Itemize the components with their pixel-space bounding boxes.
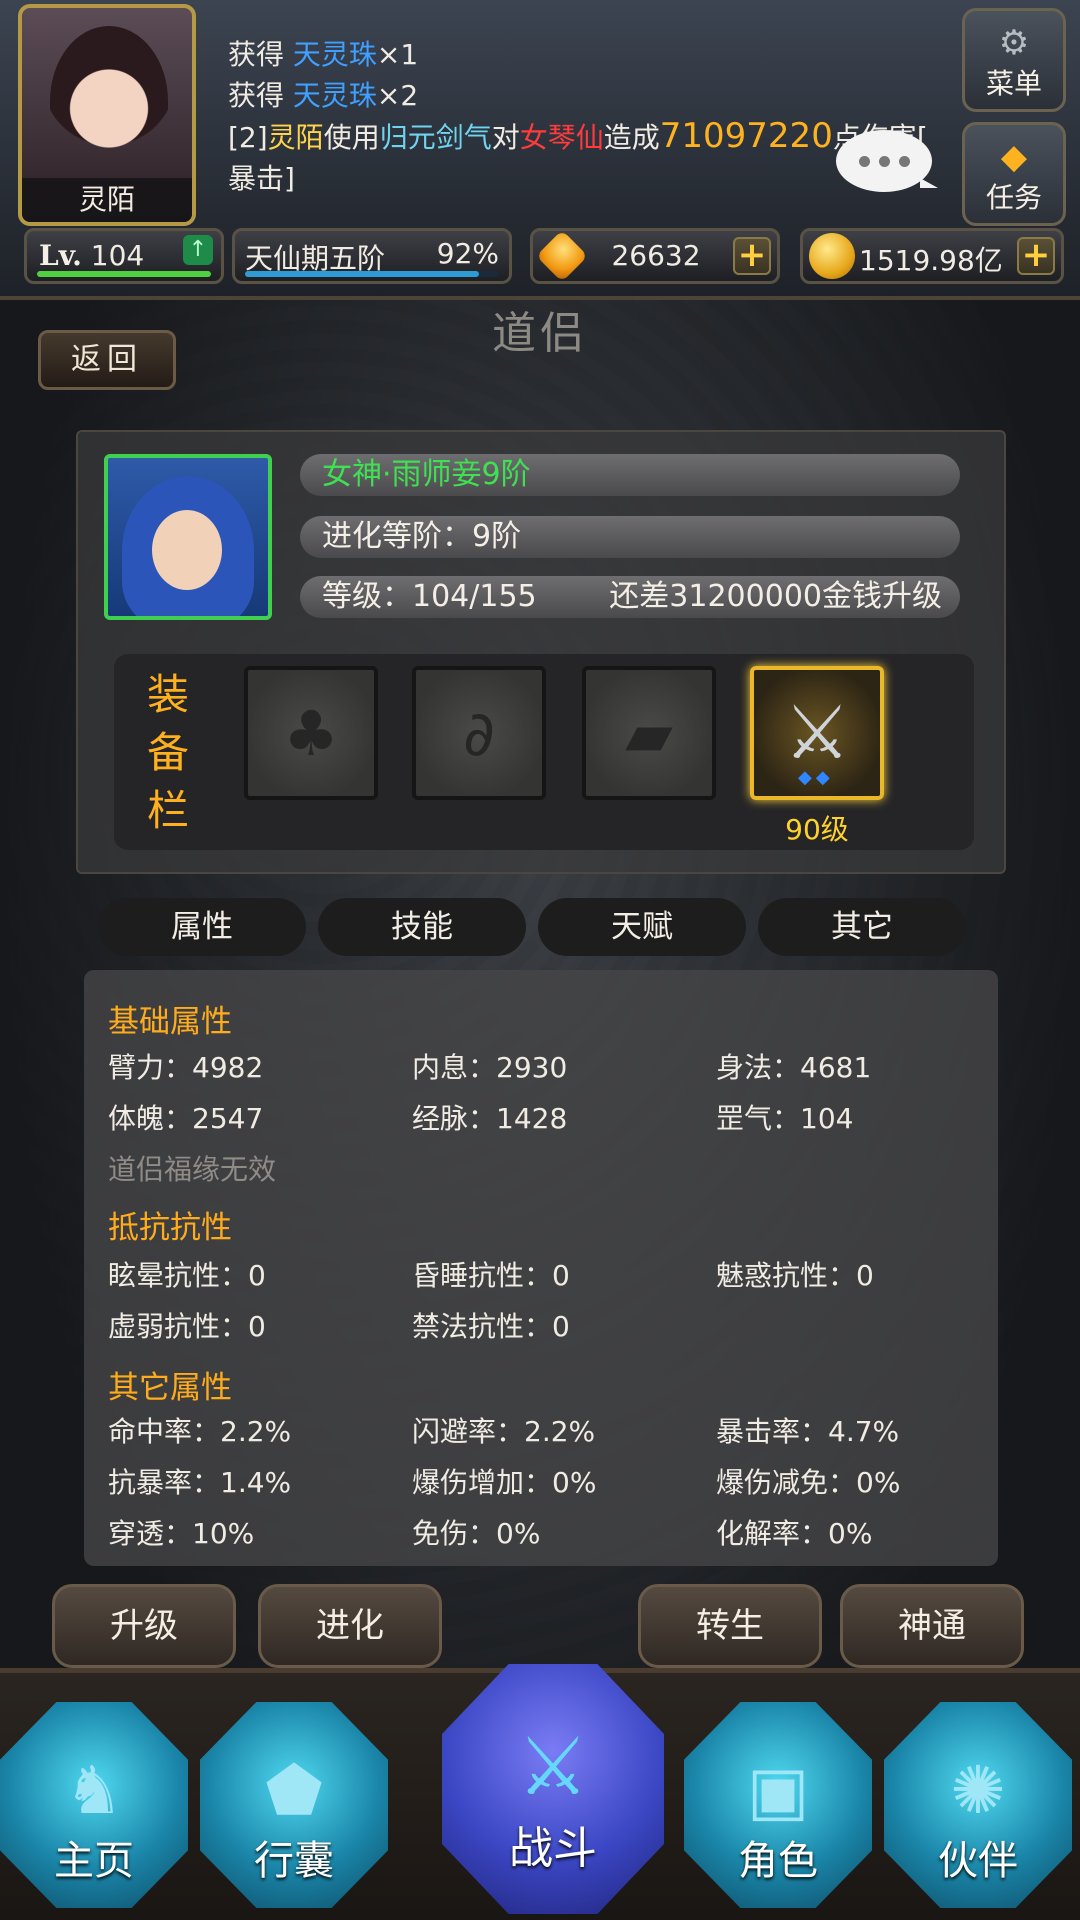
weapon-level: 90级 <box>785 813 849 846</box>
equipment-label: 装 备 栏 <box>146 670 189 835</box>
fortune-note: 道侣福缘无效 <box>108 1153 277 1186</box>
tab-other[interactable]: 其它 <box>758 898 966 956</box>
resist-attributes-title: 抵抗抗性 <box>108 1210 232 1246</box>
attr-meridian: 经脉：1428 <box>412 1102 568 1135</box>
attr-hit-rate: 命中率：2.2% <box>108 1415 292 1448</box>
menu-button[interactable]: ⚙ 菜单 <box>962 8 1066 112</box>
equip-slot-book[interactable]: ▰ <box>582 666 716 800</box>
divine-power-button[interactable]: 神通 <box>840 1584 1024 1668</box>
top-hud: 灵陌 获得 天灵珠×1 获得 天灵珠×2 [2]灵陌使用归元剑气对女琴仙造成71… <box>0 0 1080 300</box>
attr-inner-breath: 内息：2930 <box>412 1051 568 1084</box>
nav-character[interactable]: ▣ 角色 <box>684 1702 872 1908</box>
attr-agility: 身法：4681 <box>716 1051 872 1084</box>
home-icon: ♞ <box>64 1752 124 1829</box>
back-button[interactable]: 返回 <box>38 330 176 390</box>
resist-weak: 虚弱抗性：0 <box>108 1310 266 1343</box>
damage-value: 71097220 <box>659 116 833 156</box>
equip-slot-gourd[interactable]: ♣ <box>244 666 378 800</box>
attr-crit-damage-reduce: 爆伤减免：0% <box>716 1466 901 1499</box>
attr-qi: 罡气：104 <box>716 1102 854 1135</box>
level-up-icon[interactable]: ↑ <box>183 235 213 265</box>
tab-talent[interactable]: 天赋 <box>538 898 746 956</box>
task-button[interactable]: ◆ 任务 <box>962 122 1066 226</box>
bag-icon: ⬟ <box>265 1752 323 1829</box>
chat-line: 获得 天灵珠×1 <box>228 38 419 71</box>
player-avatar[interactable]: 灵陌 <box>18 4 196 226</box>
nav-battle[interactable]: ⚔ 战斗 <box>442 1664 664 1914</box>
partner-evolution: 进化等阶：9阶 <box>300 516 960 558</box>
resist-sleep: 昏睡抗性：0 <box>412 1259 570 1292</box>
partner-level-row: 等级：104/155 还差31200000金钱升级 <box>300 576 960 618</box>
attr-penetration: 穿透：10% <box>108 1517 255 1550</box>
upgrade-cost: 还差31200000金钱升级 <box>609 579 942 614</box>
player-portrait <box>50 26 168 176</box>
equip-slot-weapon[interactable]: ⚔ ◆◆ <box>750 666 884 800</box>
attr-crit-damage-up: 爆伤增加：0% <box>412 1466 597 1499</box>
gold-coin-icon <box>809 233 855 279</box>
necklace-icon: ∂ <box>462 696 496 770</box>
gourd-icon: ♣ <box>283 696 339 770</box>
attr-anti-crit: 抗暴率：1.4% <box>108 1466 292 1499</box>
diamond-counter: 26632 + <box>530 228 780 284</box>
player-name: 灵陌 <box>22 178 192 222</box>
sword-icon: ⚔ <box>517 1720 589 1813</box>
book-icon: ▰ <box>625 696 673 770</box>
resist-charm: 魅惑抗性：0 <box>716 1259 874 1292</box>
nav-partner[interactable]: ✺ 伙伴 <box>884 1702 1072 1908</box>
realm-bar: 天仙期五阶 92% <box>232 228 512 284</box>
partner-name: 女神·雨师妾9阶 <box>300 454 960 496</box>
add-gold-button[interactable]: + <box>1017 237 1055 275</box>
evolve-button[interactable]: 进化 <box>258 1584 442 1668</box>
gear-icon: ⚙ <box>998 23 1030 63</box>
item-link[interactable]: 天灵珠 <box>293 38 377 71</box>
beast-icon: ✺ <box>950 1752 1006 1829</box>
upgrade-button[interactable]: 升级 <box>52 1584 236 1668</box>
level-bar: Lv. 104 ↑ <box>24 228 224 284</box>
other-attributes-title: 其它属性 <box>108 1370 232 1406</box>
tab-attributes[interactable]: 属性 <box>98 898 306 956</box>
chat-bubble-icon[interactable] <box>836 130 938 192</box>
attr-resolve-rate: 化解率：0% <box>716 1517 873 1550</box>
resist-silence: 禁法抗性：0 <box>412 1310 570 1343</box>
basic-attributes-title: 基础属性 <box>108 1004 232 1040</box>
chest-icon: ▣ <box>746 1752 810 1829</box>
nav-home[interactable]: ♞ 主页 <box>0 1702 188 1908</box>
chat-line: 获得 天灵珠×2 <box>228 79 419 112</box>
tab-skills[interactable]: 技能 <box>318 898 526 956</box>
nav-bag[interactable]: ⬟ 行囊 <box>200 1702 388 1908</box>
add-diamond-button[interactable]: + <box>733 237 771 275</box>
page-title: 道侣 <box>492 308 588 359</box>
item-link[interactable]: 天灵珠 <box>293 79 377 112</box>
attr-damage-reduce: 免伤：0% <box>412 1517 541 1550</box>
gold-counter: 1519.98亿 + <box>800 228 1064 284</box>
attr-strength: 臂力：4982 <box>108 1051 264 1084</box>
gem-icon: ◆ <box>1000 137 1028 177</box>
attr-physique: 体魄：2547 <box>108 1102 264 1135</box>
crossed-swords-icon: ⚔ <box>783 690 851 776</box>
resist-stun: 眩晕抗性：0 <box>108 1259 266 1292</box>
exp-bar <box>37 271 211 277</box>
diamond-icon <box>535 229 589 283</box>
realm-progress-fill <box>245 271 479 277</box>
attr-crit-rate: 暴击率：4.7% <box>716 1415 900 1448</box>
equip-slot-necklace[interactable]: ∂ <box>412 666 546 800</box>
gem-slots-icon: ◆◆ <box>798 767 834 788</box>
reincarnate-button[interactable]: 转生 <box>638 1584 822 1668</box>
attr-dodge-rate: 闪避率：2.2% <box>412 1415 596 1448</box>
partner-level: 等级：104/155 <box>322 579 537 614</box>
partner-portrait[interactable] <box>104 454 272 620</box>
